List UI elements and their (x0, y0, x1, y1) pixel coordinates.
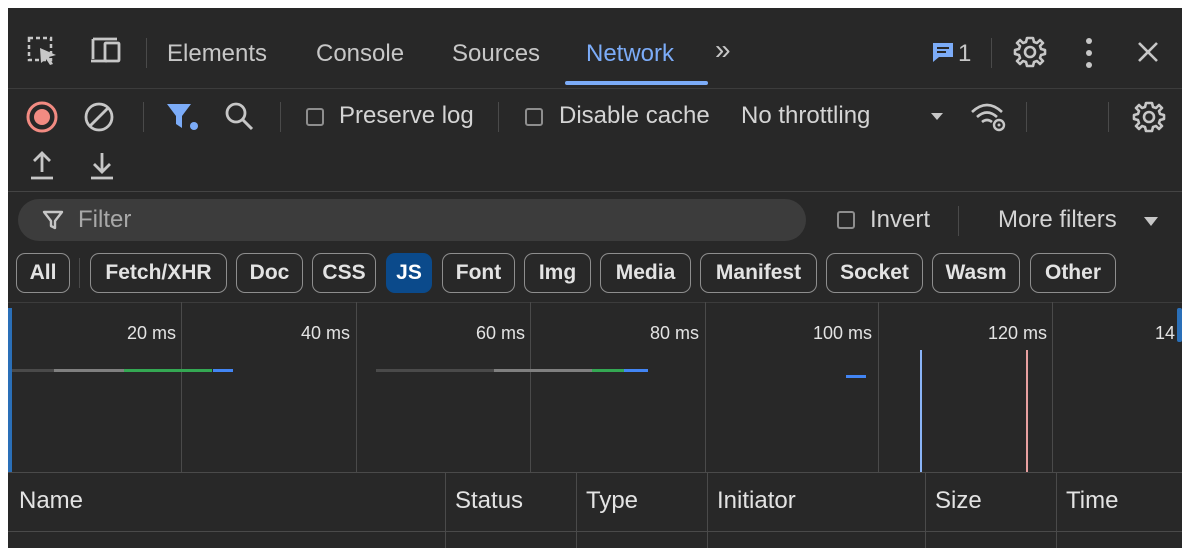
toolbar-divider (280, 102, 281, 132)
overview-gridline (181, 302, 182, 472)
type-chip-other[interactable]: Other (1030, 253, 1116, 293)
overview-right-handle[interactable] (1177, 308, 1182, 342)
column-header-size[interactable]: Size (935, 487, 982, 515)
column-header-status[interactable]: Status (455, 487, 523, 515)
overview-tick-label: 40 ms (300, 323, 350, 343)
network-overview[interactable]: 20 ms 40 ms 60 ms 80 ms 100 ms 120 ms 14 (8, 302, 1182, 473)
type-chip-fetch-xhr[interactable]: Fetch/XHR (90, 253, 227, 293)
column-divider[interactable] (445, 473, 446, 548)
device-toolbar-icon[interactable] (87, 35, 127, 67)
invert-checkbox[interactable] (837, 211, 855, 229)
filter-divider (958, 206, 959, 236)
type-chip-font[interactable]: Font (442, 253, 515, 293)
request-bar-download (592, 369, 624, 372)
load-event-marker (1026, 350, 1028, 472)
column-header-type[interactable]: Type (586, 487, 638, 515)
request-bar-waiting (494, 369, 592, 372)
type-chip-doc[interactable]: Doc (236, 253, 303, 293)
disable-cache-checkbox[interactable] (525, 108, 543, 126)
network-toolbar: Preserve log Disable cache No throttling (8, 88, 1182, 192)
request-bar-queue (376, 369, 494, 372)
more-tabs-button[interactable]: » (715, 36, 731, 64)
type-chip-manifest[interactable]: Manifest (700, 253, 817, 293)
tab-sources[interactable]: Sources (452, 40, 540, 68)
overview-gridline (705, 302, 706, 472)
type-chip-css[interactable]: CSS (312, 253, 376, 293)
filter-placeholder: Filter (78, 206, 132, 233)
devtools-tab-bar: Elements Console Sources Network » 1 (8, 8, 1182, 89)
import-har-icon[interactable] (28, 150, 56, 182)
settings-icon[interactable] (1013, 35, 1047, 69)
network-conditions-icon[interactable] (969, 100, 1009, 134)
toolbar-divider (1108, 102, 1109, 132)
inspect-element-icon[interactable] (26, 35, 60, 67)
column-divider[interactable] (1056, 473, 1057, 548)
overview-gridline (878, 302, 879, 472)
type-chip-wasm[interactable]: Wasm (932, 253, 1020, 293)
chip-divider (79, 258, 80, 288)
resource-type-filter: All Fetch/XHR Doc CSS JS Font Img Media … (8, 248, 1182, 303)
overview-tick-label: 100 ms (812, 323, 872, 343)
dropdown-caret-icon[interactable] (1143, 216, 1159, 228)
overview-gridline (1052, 302, 1053, 472)
overview-left-handle[interactable] (8, 308, 12, 472)
column-header-initiator[interactable]: Initiator (717, 487, 796, 515)
tab-divider (146, 38, 147, 68)
type-chip-socket[interactable]: Socket (826, 253, 923, 293)
search-icon[interactable] (223, 100, 255, 132)
filter-funnel-icon (42, 210, 64, 230)
dropdown-caret-icon[interactable] (930, 112, 944, 122)
devtools-window: Elements Console Sources Network » 1 Pre… (8, 8, 1182, 548)
tab-elements[interactable]: Elements (167, 40, 267, 68)
overview-tick-label: 14 (1154, 323, 1175, 343)
type-chip-media[interactable]: Media (600, 253, 691, 293)
tab-console[interactable]: Console (316, 40, 404, 68)
request-bar-end (213, 369, 233, 372)
request-bar-end (846, 375, 866, 378)
overview-gridline (356, 302, 357, 472)
column-header-name[interactable]: Name (19, 487, 83, 515)
export-har-icon[interactable] (88, 150, 116, 182)
column-divider[interactable] (707, 473, 708, 548)
filter-icon[interactable] (165, 102, 199, 132)
invert-label: Invert (870, 206, 931, 233)
overview-gridline (530, 302, 531, 472)
overview-tick-label: 80 ms (649, 323, 699, 343)
column-divider[interactable] (925, 473, 926, 548)
clear-icon[interactable] (82, 100, 116, 134)
requests-table-header: Name Status Type Initiator Size Time (8, 473, 1182, 548)
overview-tick-label: 20 ms (126, 323, 176, 343)
request-bar-download (124, 369, 212, 372)
issues-icon[interactable] (931, 41, 957, 65)
tab-network[interactable]: Network (586, 40, 674, 68)
request-bar-queue (12, 369, 54, 372)
active-tab-indicator (565, 81, 708, 85)
type-chip-all[interactable]: All (16, 253, 70, 293)
more-filters-button[interactable]: More filters (998, 206, 1117, 234)
column-divider[interactable] (576, 473, 577, 548)
record-icon[interactable] (25, 100, 59, 134)
disable-cache-label: Disable cache (559, 102, 710, 129)
filter-bar: Filter Invert More filters (8, 192, 1182, 248)
network-settings-icon[interactable] (1132, 100, 1166, 134)
overview-tick-label: 60 ms (475, 323, 525, 343)
tab-divider (991, 38, 992, 68)
preserve-log-label: Preserve log (339, 102, 474, 129)
column-header-time[interactable]: Time (1066, 487, 1118, 515)
toolbar-divider (143, 102, 144, 132)
toolbar-divider (1026, 102, 1027, 132)
throttling-select[interactable]: No throttling (741, 102, 870, 130)
issues-count[interactable]: 1 (958, 40, 971, 68)
request-bar-waiting (54, 369, 124, 372)
preserve-log-checkbox[interactable] (306, 108, 324, 126)
dom-content-loaded-marker (920, 350, 922, 472)
filter-input[interactable] (18, 199, 806, 241)
overview-tick-label: 120 ms (987, 323, 1047, 343)
kebab-menu-icon[interactable] (1083, 36, 1095, 70)
type-chip-img[interactable]: Img (524, 253, 591, 293)
toolbar-divider (498, 102, 499, 132)
type-chip-js[interactable]: JS (386, 253, 432, 293)
close-icon[interactable] (1136, 40, 1160, 64)
request-bar-end (624, 369, 648, 372)
